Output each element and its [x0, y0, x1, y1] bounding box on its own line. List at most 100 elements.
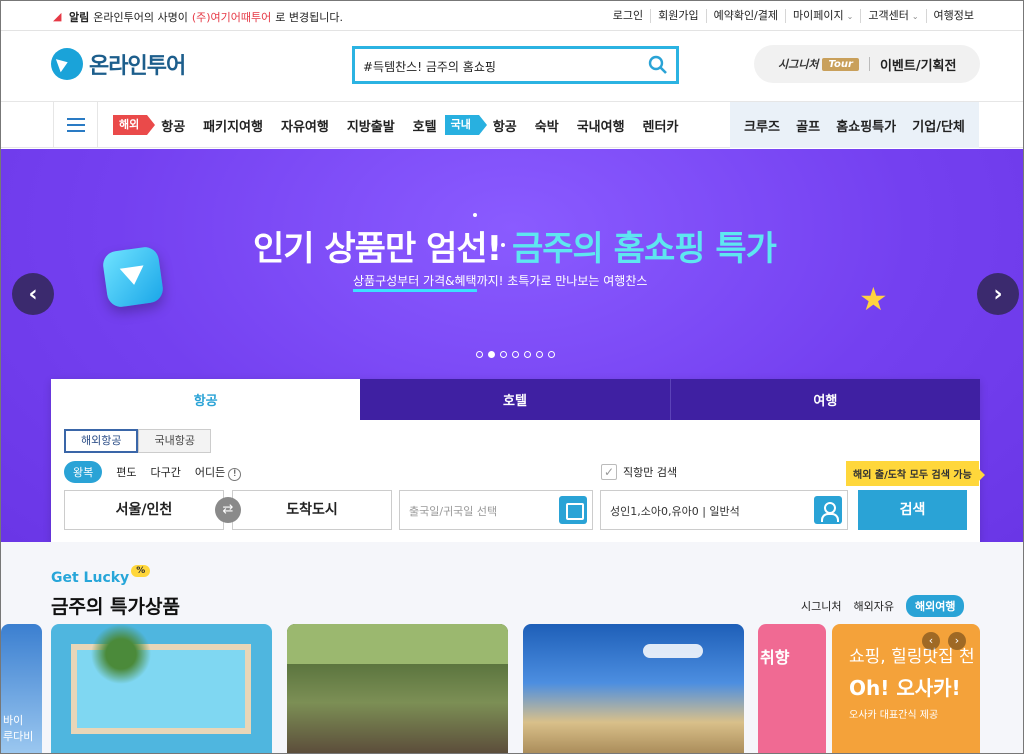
deal-card[interactable] [523, 624, 744, 753]
signup-link[interactable]: 회원가입 [650, 9, 705, 23]
card-text: 루다비 [3, 730, 34, 743]
slide-dot[interactable] [536, 351, 543, 358]
banner-title-white: 인기 상품만 엄선! [253, 229, 502, 269]
slide-dot[interactable] [524, 351, 531, 358]
login-link[interactable]: 로그인 [606, 9, 650, 23]
next-slide-button[interactable]: › [977, 273, 1019, 315]
nav-cruise[interactable]: 크루즈 [744, 116, 780, 135]
tab-hotel[interactable]: 호텔 [360, 379, 671, 420]
filter-signature[interactable]: 시그니처 [801, 598, 841, 614]
events-link[interactable]: 이벤트/기획전 [880, 55, 957, 74]
customer-center-label: 고객센터 [868, 9, 909, 22]
hamburger-menu-button[interactable] [53, 102, 98, 148]
departure-city-field[interactable]: 서울/인천 [64, 490, 224, 530]
filter-overseas-free[interactable]: 해외자유 [853, 598, 893, 614]
nav-overseas-flight[interactable]: 항공 [161, 116, 185, 135]
travel-info-link[interactable]: 여행정보 [925, 9, 981, 23]
search-button[interactable]: 검색 [858, 490, 967, 530]
passenger-summary: 성인1,소아0,유아0 | 일반석 [610, 505, 740, 518]
nav-corporate[interactable]: 기업/단체 [912, 116, 965, 135]
customer-center-link[interactable]: 고객센터 ⌄ [860, 9, 925, 23]
nav-golf[interactable]: 골프 [796, 116, 820, 135]
tab-travel[interactable]: 여행 [670, 379, 980, 420]
nav-right-group: 크루즈 골프 홈쇼핑특가 기업/단체 [730, 102, 979, 148]
nav-items: 해외 항공 패키지여행 자유여행 지방출발 호텔 국내 항공 숙박 국내여행 렌… [113, 115, 696, 135]
prev-slide-button[interactable]: ‹ [12, 273, 54, 315]
search-box [352, 46, 679, 84]
swap-cities-button[interactable]: ⇄ [215, 497, 241, 523]
chevron-left-icon[interactable]: ‹ [922, 632, 940, 650]
banner-title: 인기 상품만 엄선! 금주의 홈쇼핑 특가 [253, 221, 777, 270]
slide-dot[interactable] [548, 351, 555, 358]
signature-events-button: 시그니처 Tour 이벤트/기획전 [754, 45, 980, 83]
trip-type-options: 왕복 편도 다구간 어디든! [64, 461, 242, 483]
card-line3: 오사카 대표간식 제공 [849, 710, 939, 721]
deal-card[interactable] [287, 624, 508, 753]
slide-dot[interactable] [500, 351, 507, 358]
nav-regional-departure[interactable]: 지방출발 [347, 116, 395, 135]
reservation-link[interactable]: 예약확인/결제 [705, 9, 785, 23]
chevron-down-icon: ⌄ [846, 12, 854, 21]
nav-rentcar[interactable]: 렌터카 [643, 116, 679, 135]
person-icon[interactable] [814, 496, 842, 524]
info-icon[interactable]: ! [228, 467, 242, 481]
trip-oneway[interactable]: 편도 [116, 464, 136, 480]
trip-anywhere-label: 어디든 [194, 465, 226, 479]
search-input[interactable] [363, 55, 643, 77]
slide-dot[interactable] [488, 351, 495, 358]
chevron-right-icon[interactable]: › [948, 632, 966, 650]
overseas-tag: 해외 [113, 115, 156, 135]
chevron-down-icon: ⌄ [911, 12, 919, 21]
signature-label[interactable]: 시그니처 [778, 56, 818, 72]
trip-multicity[interactable]: 다구간 [151, 464, 181, 480]
cloud-image [643, 644, 703, 658]
nav-homeshopping[interactable]: 홈쇼핑특가 [836, 116, 896, 135]
page: ◢ 알림 온라인투어의 사명이 (주)여기어때투어 로 변경됩니다. 로그인 회원… [0, 0, 1024, 754]
deal-card[interactable] [51, 624, 272, 753]
megaphone-icon: ◢ [53, 10, 62, 23]
get-lucky-kicker: Get Lucky% [51, 565, 151, 586]
deal-card[interactable]: 취향 [758, 624, 826, 753]
top-links: 로그인 회원가입 예약확인/결제 마이페이지 ⌄ 고객센터 ⌄ 여행정보 [606, 9, 981, 23]
passenger-field[interactable]: 성인1,소아0,유아0 | 일반석 [600, 490, 848, 530]
notice[interactable]: ◢ 알림 온라인투어의 사명이 (주)여기어때투어 로 변경됩니다. [53, 9, 343, 25]
date-placeholder: 출국일/귀국일 선택 [409, 505, 498, 518]
signature-tour-badge: Tour [822, 57, 859, 71]
date-field[interactable]: 출국일/귀국일 선택 [399, 490, 593, 530]
trip-anywhere[interactable]: 어디든! [194, 464, 242, 481]
nav-domestic-flight[interactable]: 항공 [493, 116, 517, 135]
segment-domestic-flight[interactable]: 국내항공 [138, 429, 211, 453]
hamburger-icon [66, 124, 85, 126]
mypage-link[interactable]: 마이페이지 ⌄ [785, 9, 860, 23]
chevron-left-icon: ‹ [28, 281, 38, 307]
nav-package[interactable]: 패키지여행 [203, 116, 263, 135]
get-lucky-text: Get Lucky [51, 570, 130, 586]
notice-label: 알림 [69, 11, 90, 24]
section-title: 금주의 특가상품 [51, 596, 180, 618]
play-cube-icon [101, 245, 165, 309]
chevron-right-icon: › [993, 281, 1003, 307]
nav-overseas-hotel[interactable]: 호텔 [413, 116, 437, 135]
deal-card[interactable]: 바이 루다비 [1, 624, 42, 753]
search-icon[interactable] [648, 55, 668, 75]
direct-only-label: 직항만 검색 [623, 466, 678, 479]
banner-sub-underlined: 상품구성부터 가격&혜택 [353, 274, 477, 292]
logo[interactable]: 온라인투어 [51, 48, 186, 80]
slide-indicators [476, 351, 555, 358]
card-text: 취향 [760, 648, 790, 667]
direct-only-checkbox[interactable]: ✓ 직항만 검색 [601, 464, 677, 480]
calendar-icon[interactable] [559, 496, 587, 524]
tab-flight[interactable]: 항공 [51, 379, 361, 420]
slide-dot[interactable] [476, 351, 483, 358]
banner-subtitle: 상품구성부터 가격&혜택까지! 초특가로 만나보는 여행찬스 [353, 272, 647, 292]
trip-roundtrip[interactable]: 왕복 [64, 461, 103, 483]
arrival-city-field[interactable]: 도착도시 [232, 490, 392, 530]
nav-domestic-travel[interactable]: 국내여행 [577, 116, 625, 135]
nav-free-travel[interactable]: 자유여행 [281, 116, 329, 135]
slide-dot[interactable] [512, 351, 519, 358]
filter-overseas-travel[interactable]: 해외여행 [905, 595, 965, 617]
deal-card-osaka[interactable]: 쇼핑, 힐링맛집 천 Oh! 오사카! 오사카 대표간식 제공 ‹ › [832, 624, 980, 753]
nav-lodging[interactable]: 숙박 [535, 116, 559, 135]
mypage-label: 마이페이지 [793, 9, 844, 22]
segment-overseas-flight[interactable]: 해외항공 [64, 429, 139, 453]
